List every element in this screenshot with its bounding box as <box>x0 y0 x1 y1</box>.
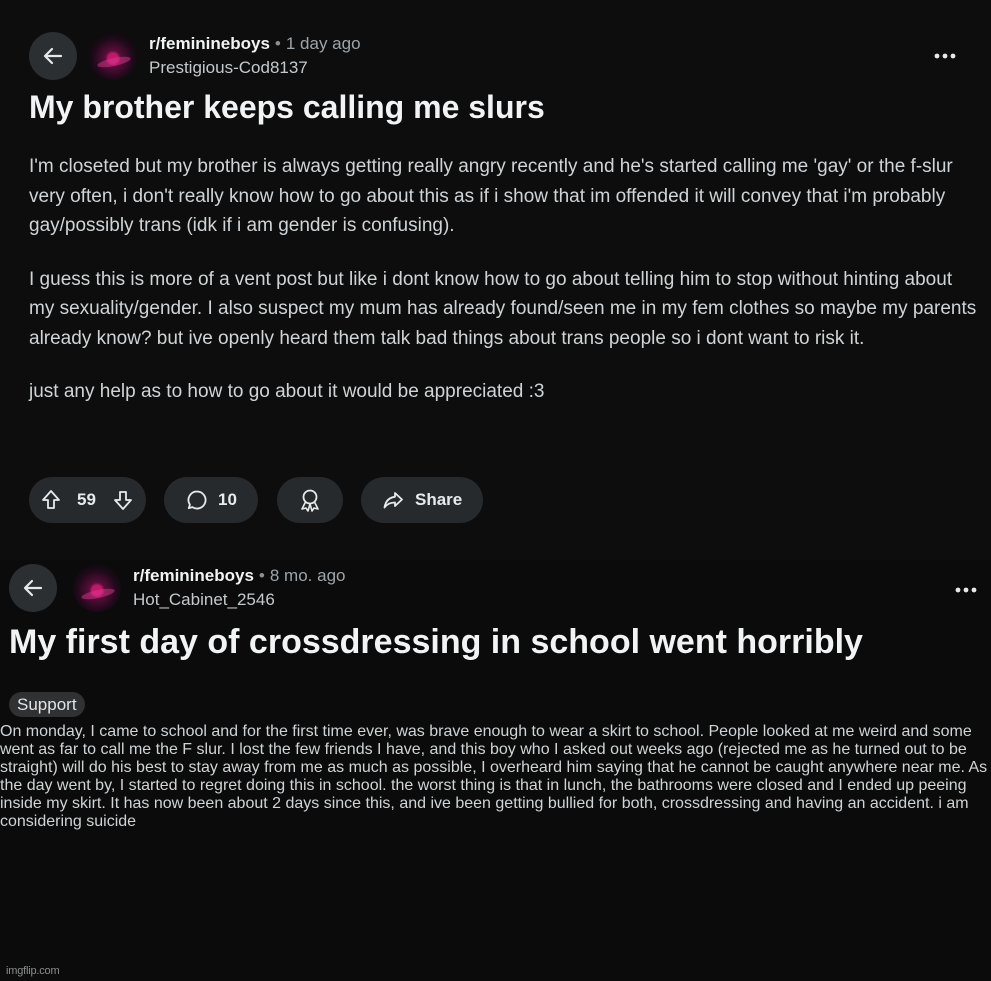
post-body: On monday, I came to school and for the … <box>0 723 991 831</box>
award-ribbon-icon <box>297 487 323 513</box>
arrow-left-icon <box>23 579 43 597</box>
post-title: My first day of crossdressing in school … <box>9 623 863 661</box>
meta-separator: • <box>274 34 281 53</box>
share-button[interactable]: Share <box>361 477 483 523</box>
watermark: imgflip.com <box>6 965 60 977</box>
more-horizontal-icon <box>955 587 977 593</box>
body-paragraph: I guess this is more of a vent post but … <box>29 268 977 349</box>
post-options-button[interactable] <box>952 580 980 600</box>
comment-bubble-icon <box>185 488 209 512</box>
subreddit-link[interactable]: r/feminineboys <box>133 566 254 585</box>
post-options-button[interactable] <box>931 46 959 66</box>
body-paragraph: just any help as to how to go about it w… <box>29 381 545 402</box>
more-horizontal-icon <box>934 53 956 59</box>
share-arrow-icon <box>381 488 405 512</box>
downvote-button[interactable] <box>111 488 135 512</box>
post-age: 1 day ago <box>285 34 361 53</box>
vote-count: 59 <box>77 490 96 509</box>
back-button[interactable] <box>29 32 77 80</box>
author-link[interactable]: Prestigious-Cod8137 <box>149 58 308 78</box>
body-paragraph: On monday, I came to school and for the … <box>0 723 988 830</box>
subreddit-avatar[interactable] <box>73 564 121 612</box>
downvote-arrow-icon <box>114 491 132 510</box>
back-button[interactable] <box>9 564 57 612</box>
meta-separator: • <box>258 566 265 585</box>
comments-button[interactable]: 10 <box>164 477 258 523</box>
post-title: My brother keeps calling me slurs <box>29 89 545 125</box>
post-flair[interactable]: Support <box>9 692 85 717</box>
author-link[interactable]: Hot_Cabinet_2546 <box>133 590 275 610</box>
upvote-button[interactable] <box>39 488 63 512</box>
post-meta: r/feminineboys • 1 day ago <box>149 34 361 54</box>
arrow-left-icon <box>43 47 63 65</box>
upvote-arrow-icon <box>42 490 60 509</box>
subreddit-link[interactable]: r/feminineboys <box>149 34 270 53</box>
subreddit-avatar[interactable] <box>89 32 137 80</box>
vote-control: 59 <box>29 477 146 523</box>
body-paragraph: I'm closeted but my brother is always ge… <box>29 156 953 236</box>
post-card: r/feminineboys • 1 day ago Prestigious-Cod… <box>0 0 991 560</box>
post-meta: r/feminineboys • 8 mo. ago <box>133 566 345 586</box>
award-button[interactable] <box>277 477 343 523</box>
share-label: Share <box>415 490 463 509</box>
comment-count: 10 <box>218 490 237 509</box>
post-body: I'm closeted but my brother is always ge… <box>29 152 979 407</box>
post-age: 8 mo. ago <box>269 566 346 585</box>
